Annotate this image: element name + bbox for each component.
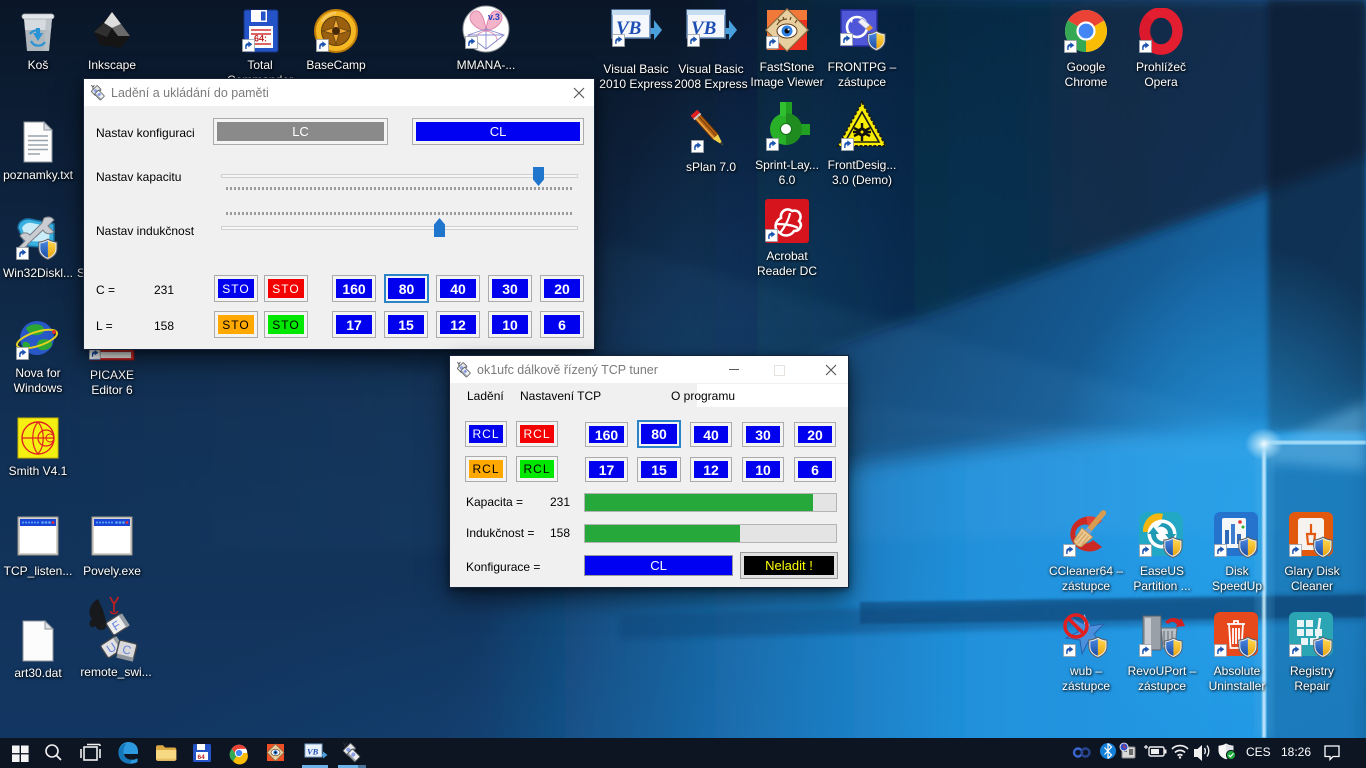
svg-text:64:: 64: bbox=[254, 34, 267, 44]
svg-text:18:26: 18:26 bbox=[1281, 745, 1311, 759]
svg-text:v.3: v.3 bbox=[488, 12, 500, 22]
svg-text:CES: CES bbox=[1246, 745, 1271, 759]
svg-text:64: 64 bbox=[198, 754, 206, 761]
svg-text:VB: VB bbox=[307, 747, 319, 757]
